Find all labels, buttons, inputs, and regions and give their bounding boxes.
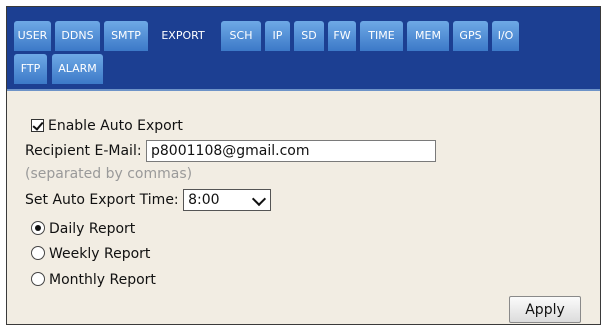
report-weekly-label: Weekly Report <box>49 246 151 262</box>
export-time-select[interactable]: 8:00 <box>183 189 272 211</box>
report-monthly-label: Monthly Report <box>49 272 156 288</box>
tab-fw[interactable]: FW <box>328 21 356 51</box>
tab-mem[interactable]: MEM <box>407 21 449 51</box>
enable-auto-export-checkbox[interactable] <box>31 119 44 132</box>
tab-export[interactable]: EXPORT <box>151 21 215 51</box>
report-weekly-option[interactable]: Weekly Report <box>31 246 150 262</box>
export-time-label: Set Auto Export Time: <box>25 192 179 208</box>
export-content: Enable Auto Export Recipient E-Mail: (se… <box>7 89 600 324</box>
export-time-row: Set Auto Export Time: 8:00 <box>25 189 272 211</box>
tab-sd[interactable]: SD <box>294 21 324 51</box>
report-daily-label: Daily Report <box>49 221 136 237</box>
recipient-row: Recipient E-Mail: <box>25 140 437 162</box>
enable-auto-export-label: Enable Auto Export <box>48 118 183 134</box>
radio-monthly[interactable] <box>31 272 45 286</box>
report-daily-option[interactable]: Daily Report <box>31 221 135 237</box>
export-time-value: 8:00 <box>188 192 220 208</box>
tab-bar: USER DDNS SMTP EXPORT SCH IP SD FW TIME … <box>7 7 600 89</box>
report-monthly-option[interactable]: Monthly Report <box>31 272 156 288</box>
tab-ip[interactable]: IP <box>265 21 290 51</box>
apply-button[interactable]: Apply <box>509 296 581 323</box>
tab-sch[interactable]: SCH <box>221 21 261 51</box>
tab-time[interactable]: TIME <box>360 21 403 51</box>
enable-auto-export-row[interactable]: Enable Auto Export <box>31 118 183 134</box>
tab-alarm[interactable]: ALARM <box>52 54 103 84</box>
recipient-hint: (separated by commas) <box>25 166 193 182</box>
tab-ftp[interactable]: FTP <box>14 54 47 84</box>
tab-user[interactable]: USER <box>14 21 51 51</box>
tab-gps[interactable]: GPS <box>453 21 488 51</box>
settings-panel: USER DDNS SMTP EXPORT SCH IP SD FW TIME … <box>6 6 601 325</box>
radio-daily[interactable] <box>31 221 45 235</box>
recipient-email-input[interactable] <box>146 140 437 162</box>
recipient-label: Recipient E-Mail: <box>25 143 142 159</box>
radio-weekly[interactable] <box>31 246 45 260</box>
chevron-down-icon <box>252 191 267 207</box>
tab-io[interactable]: I/O <box>492 21 519 51</box>
tab-smtp[interactable]: SMTP <box>104 21 148 51</box>
tab-ddns[interactable]: DDNS <box>55 21 100 51</box>
